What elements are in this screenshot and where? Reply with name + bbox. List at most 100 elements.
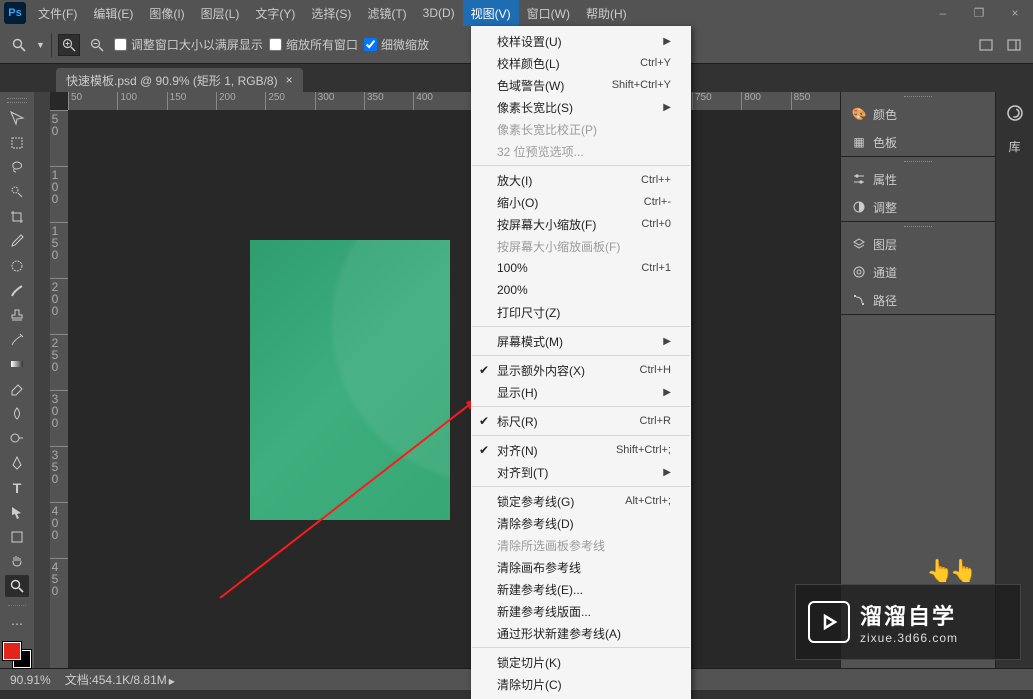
zoom-all-windows-checkbox[interactable]: 缩放所有窗口 [269, 36, 358, 53]
zoom-level[interactable]: 90.91% [10, 673, 51, 687]
color-swatches[interactable] [3, 642, 31, 668]
menu-item[interactable]: 校样设置(U)▶ [471, 30, 691, 52]
menu-item-label: 按屏幕大小缩放(F) [497, 216, 596, 233]
menu-item[interactable]: 100%Ctrl+1 [471, 257, 691, 279]
menu-edit[interactable]: 编辑(E) [85, 0, 141, 26]
menu-item[interactable]: ✔对齐(N)Shift+Ctrl+; [471, 439, 691, 461]
move-tool-icon[interactable] [5, 107, 29, 130]
menu-item[interactable]: 按屏幕大小缩放(F) Ctrl+0 [471, 213, 691, 235]
path-select-tool-icon[interactable] [5, 501, 29, 524]
crop-tool-icon[interactable] [5, 205, 29, 228]
brush-tool-icon[interactable] [5, 279, 29, 302]
menu-item[interactable]: 色域警告(W)Shift+Ctrl+Y [471, 74, 691, 96]
panel-grip[interactable] [841, 92, 995, 100]
lasso-tool-icon[interactable] [5, 156, 29, 179]
edit-toolbar-icon[interactable]: ⋯ [5, 613, 29, 636]
menu-item-label: 锁定切片(K) [497, 654, 561, 671]
close-button[interactable]: × [997, 0, 1033, 26]
menu-layer[interactable]: 图层(L) [193, 0, 248, 26]
panel-swatches[interactable]: ▦色板 [841, 128, 995, 156]
menu-item[interactable]: 对齐到(T)▶ [471, 461, 691, 483]
menu-help[interactable]: 帮助(H) [578, 0, 635, 26]
frame-tool-icon[interactable] [5, 255, 29, 278]
menu-item[interactable]: ✔标尺(R)Ctrl+R [471, 410, 691, 432]
panel-channels[interactable]: 通道 [841, 258, 995, 286]
menu-item[interactable]: 像素长宽比(S)▶ [471, 96, 691, 118]
menu-item[interactable]: 清除画布参考线 [471, 556, 691, 578]
document-tab[interactable]: 快速模板.psd @ 90.9% (矩形 1, RGB/8) × [56, 68, 303, 92]
chevron-down-icon[interactable]: ▼ [36, 40, 45, 50]
close-tab-icon[interactable]: × [286, 73, 293, 87]
type-tool-icon[interactable]: T [5, 476, 29, 499]
minimize-button[interactable]: – [925, 0, 961, 26]
panel-paths[interactable]: 路径 [841, 286, 995, 314]
panel-properties[interactable]: 属性 [841, 165, 995, 193]
menu-file[interactable]: 文件(F) [30, 0, 85, 26]
menu-item[interactable]: 屏幕模式(M)▶ [471, 330, 691, 352]
menu-item[interactable]: 清除参考线(D) [471, 512, 691, 534]
menu-type[interactable]: 文字(Y) [247, 0, 303, 26]
canvas[interactable]: 50 100 150 200 250 300 350 400 700 750 8… [50, 92, 840, 668]
canvas-scrollbar-left[interactable] [34, 92, 50, 668]
menu-item[interactable]: 通过形状新建参考线(A) [471, 622, 691, 644]
menu-item[interactable]: 打印尺寸(Z) [471, 301, 691, 323]
menu-item[interactable]: 锁定切片(K) [471, 651, 691, 673]
menu-filter[interactable]: 滤镜(T) [359, 0, 414, 26]
foreground-color[interactable] [3, 642, 21, 660]
pen-tool-icon[interactable] [5, 452, 29, 475]
panel-adjustments[interactable]: 调整 [841, 193, 995, 221]
zoom-in-mode-icon[interactable] [58, 34, 80, 56]
zoom-out-mode-icon[interactable] [86, 34, 108, 56]
workspace-rect-icon[interactable] [975, 34, 997, 56]
panel-layers[interactable]: 图层 [841, 230, 995, 258]
ruler-tick: 250 [50, 334, 68, 390]
dodge-tool-icon[interactable] [5, 427, 29, 450]
hand-tool-icon[interactable] [5, 550, 29, 573]
eraser-tool-icon[interactable] [5, 378, 29, 401]
menu-select[interactable]: 选择(S) [303, 0, 359, 26]
menu-item[interactable]: 校样颜色(L)Ctrl+Y [471, 52, 691, 74]
zoom-tool-icon[interactable] [8, 34, 30, 56]
menu-item[interactable]: 缩小(O)Ctrl+- [471, 191, 691, 213]
panel-grip[interactable] [841, 157, 995, 165]
menu-item[interactable]: ✔显示额外内容(X)Ctrl+H [471, 359, 691, 381]
shortcut-label: Ctrl+0 [641, 218, 671, 230]
quick-select-tool-icon[interactable] [5, 181, 29, 204]
menu-item[interactable]: 新建参考线版面... [471, 600, 691, 622]
menu-item[interactable]: 200% [471, 279, 691, 301]
menu-item[interactable]: 锁定参考线(G)Alt+Ctrl+; [471, 490, 691, 512]
menu-item[interactable]: 新建参考线(E)... [471, 578, 691, 600]
gradient-tool-icon[interactable] [5, 353, 29, 376]
stamp-tool-icon[interactable] [5, 304, 29, 327]
eyedropper-tool-icon[interactable] [5, 230, 29, 253]
toolbox-grip[interactable] [7, 98, 27, 103]
menu-image[interactable]: 图像(I) [141, 0, 192, 26]
menu-window[interactable]: 窗口(W) [519, 0, 578, 26]
shape-tool-icon[interactable] [5, 525, 29, 548]
resize-window-checkbox[interactable]: 调整窗口大小以满屏显示 [114, 36, 263, 53]
menu-item[interactable]: 清除切片(C) [471, 673, 691, 695]
panel-label: 图层 [873, 236, 897, 253]
maximize-button[interactable]: ❐ [961, 0, 997, 26]
ruler-tick: 300 [50, 390, 68, 446]
panel-label: 色板 [873, 134, 897, 151]
menu-item[interactable]: 放大(I)Ctrl++ [471, 169, 691, 191]
panel-grip[interactable] [841, 222, 995, 230]
menu-3d[interactable]: 3D(D) [415, 0, 463, 26]
marquee-tool-icon[interactable] [5, 131, 29, 154]
chevron-right-icon[interactable]: ▶ [169, 677, 175, 686]
palette-icon: 🎨 [851, 106, 867, 122]
library-label[interactable]: 库 [1008, 138, 1020, 155]
menu-item[interactable]: 显示(H)▶ [471, 381, 691, 403]
menu-item-label: 显示(H) [497, 384, 538, 401]
zoom-tool-icon[interactable] [5, 575, 29, 598]
panel-color[interactable]: 🎨颜色 [841, 100, 995, 128]
blur-tool-icon[interactable] [5, 402, 29, 425]
scrubby-zoom-checkbox[interactable]: 细微缩放 [364, 36, 429, 53]
history-brush-tool-icon[interactable] [5, 328, 29, 351]
workspace-switcher-icon[interactable] [1003, 34, 1025, 56]
menu-item-label: 标尺(R) [497, 413, 538, 430]
shortcut-label: Shift+Ctrl+; [616, 444, 671, 456]
menu-view[interactable]: 视图(V) [463, 0, 519, 26]
cc-libraries-icon[interactable] [1004, 102, 1026, 124]
